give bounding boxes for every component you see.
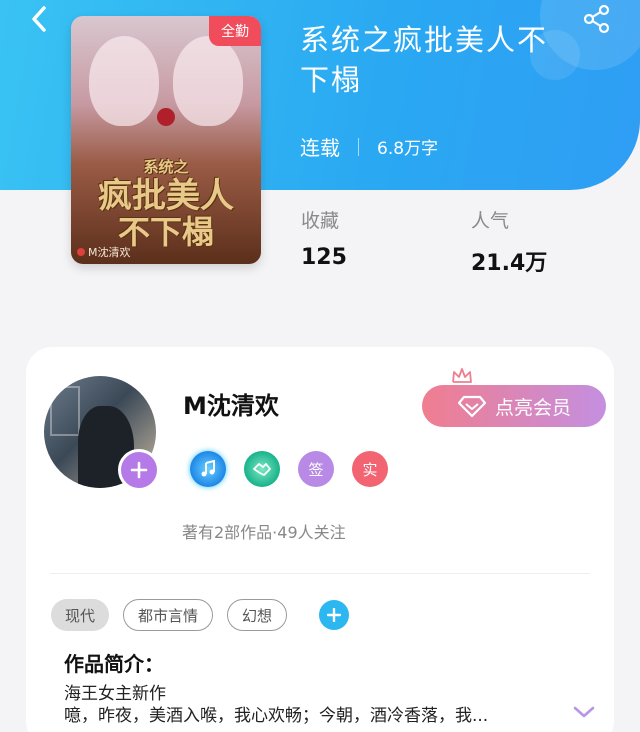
- cover-art-rose: [157, 108, 175, 126]
- plus-icon: [327, 608, 342, 622]
- intro-line: 噫，昨夜，美酒入喉，我心欢畅；今朝，酒冷香落，我...: [64, 706, 489, 726]
- favorites-label: 收藏: [301, 210, 340, 232]
- intro-text: 海王女主新作 噫，昨夜，美酒入喉，我心欢畅；今朝，酒冷香落，我...: [64, 683, 554, 727]
- cover-author-text: M沈清欢: [88, 246, 131, 259]
- music-note-icon: [201, 460, 215, 477]
- tag-list: 现代 都市言情 幻想: [51, 599, 350, 631]
- chevron-left-icon: [32, 6, 46, 32]
- back-button[interactable]: [22, 2, 56, 36]
- author-badges: 签 实: [190, 451, 388, 487]
- vip-member-button[interactable]: 点亮会员: [422, 385, 606, 427]
- favorites-value: 125: [301, 245, 347, 270]
- chevron-down-icon: [573, 706, 595, 718]
- cover-title-top: 系统之: [143, 158, 189, 176]
- cover-art-figure: [89, 36, 159, 126]
- meta-divider: [358, 137, 359, 156]
- word-count: 6.8万字: [377, 139, 439, 159]
- handshake-icon: [253, 463, 271, 476]
- cover-art-figure: [173, 36, 243, 126]
- favorites-stat: 收藏 125: [301, 206, 347, 270]
- crown-icon: [452, 368, 472, 383]
- author-stats: 著有2部作品·49人关注: [182, 523, 346, 542]
- tag-item[interactable]: 现代: [51, 599, 110, 631]
- music-badge[interactable]: [190, 451, 226, 487]
- verified-badge[interactable]: 实: [352, 451, 388, 487]
- popularity-stat: 人气 21.4万: [471, 206, 547, 277]
- popularity-label: 人气: [471, 210, 510, 232]
- book-title: 系统之疯批美人不下榻: [300, 23, 549, 97]
- divider: [50, 573, 590, 574]
- cover-title-mid: 疯批美人: [98, 176, 234, 216]
- tag-item[interactable]: 都市言情: [123, 599, 214, 631]
- contract-badge[interactable]: [244, 451, 280, 487]
- popularity-value: 21.4万: [471, 251, 548, 276]
- tag-item[interactable]: 幻想: [227, 599, 288, 631]
- diamond-icon: [457, 395, 487, 418]
- full-attendance-badge: 全勤: [209, 16, 261, 46]
- serial-status: 连载: [300, 136, 340, 160]
- signed-badge[interactable]: 签: [298, 451, 334, 487]
- author-name[interactable]: M沈清欢: [183, 386, 279, 421]
- cover-title-art: 系统之 疯批美人 不下榻: [71, 156, 261, 249]
- follow-author-button[interactable]: [118, 449, 160, 491]
- cover-author-mark: M沈清欢: [77, 244, 131, 260]
- book-meta: 连载 6.8万字: [300, 132, 438, 161]
- vip-button-label: 点亮会员: [494, 396, 571, 419]
- intro-title: 作品简介：: [64, 652, 164, 676]
- book-cover[interactable]: 系统之 疯批美人 不下榻 M沈清欢 全勤: [71, 16, 261, 264]
- add-tag-button[interactable]: [319, 600, 350, 630]
- share-icon: [583, 4, 610, 34]
- expand-intro-button[interactable]: [570, 700, 598, 724]
- plus-icon: [130, 461, 148, 479]
- red-dot-icon: [77, 248, 85, 256]
- avatar-window-decor: [50, 386, 80, 436]
- intro-line: 海王女主新作: [64, 684, 166, 704]
- share-button[interactable]: [580, 2, 614, 36]
